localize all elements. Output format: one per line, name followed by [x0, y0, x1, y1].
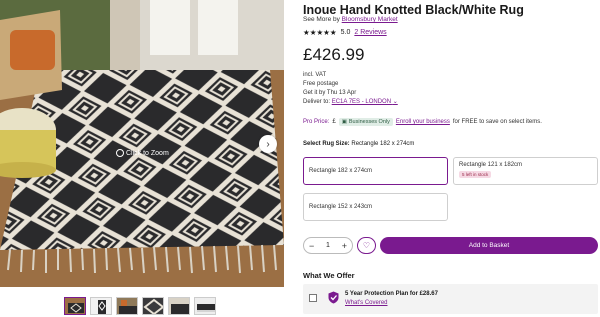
- zoom-hint: Click to Zoom: [116, 149, 169, 157]
- product-gallery: Click to Zoom ›: [0, 0, 284, 317]
- briefcase-icon: ▣: [341, 119, 347, 125]
- heart-icon: ♡: [362, 241, 371, 250]
- enroll-business-link[interactable]: Enroll your business: [396, 119, 450, 125]
- deliver-to: Deliver to: EC1A 7ES - LONDON ⌄: [303, 98, 398, 107]
- increase-quantity-button[interactable]: +: [342, 241, 347, 251]
- seller-prefix: See More by: [303, 16, 340, 23]
- reviews-link[interactable]: 2 Reviews: [354, 29, 386, 36]
- protection-plan-checkbox[interactable]: [309, 294, 317, 302]
- wishlist-button[interactable]: ♡: [357, 237, 376, 254]
- size-option[interactable]: Rectangle 152 x 243cm: [303, 193, 448, 221]
- thumbnail-strip: [64, 297, 216, 315]
- quantity-value[interactable]: 1: [326, 242, 330, 249]
- size-label: Select Rug Size: Rectangle 182 x 274cm: [303, 141, 414, 147]
- deliver-location-link[interactable]: EC1A 7ES - LONDON ⌄: [332, 99, 398, 105]
- thumbnail[interactable]: [142, 297, 164, 315]
- deliver-prefix: Deliver to:: [303, 99, 331, 105]
- seller-line: See More by Bloomsbury Market: [303, 16, 398, 23]
- size-option[interactable]: Rectangle 182 x 274cm: [303, 157, 448, 185]
- size-option-label: Rectangle 152 x 243cm: [309, 204, 373, 210]
- magnify-icon: [116, 149, 124, 157]
- size-option-label: Rectangle 121 x 182cm: [459, 162, 523, 168]
- whats-covered-link[interactable]: What's Covered: [345, 300, 388, 306]
- postage-note: Free postage: [303, 81, 339, 87]
- vat-note: incl. VAT: [303, 72, 327, 78]
- size-option-label: Rectangle 182 x 274cm: [309, 168, 373, 174]
- deliver-location: EC1A 7ES - LONDON: [331, 99, 392, 105]
- delivery-info: incl. VAT Free postage Get it by Thu 13 …: [303, 71, 398, 107]
- star-rating-icon: ★★★★★: [303, 28, 337, 37]
- thumbnail[interactable]: [168, 297, 190, 315]
- pro-price-row: Pro Price: £ ▣ Businesses Only Enroll yo…: [303, 118, 542, 126]
- size-option[interactable]: Rectangle 121 x 182cm 5 left in stock: [453, 157, 598, 185]
- zoom-hint-label: Click to Zoom: [126, 149, 169, 157]
- rating-value: 5.0: [340, 29, 351, 36]
- businesses-only-badge: ▣ Businesses Only: [338, 118, 393, 126]
- badge-label: Businesses Only: [348, 119, 390, 125]
- protection-plan-label: 5 Year Protection Plan for £28.67: [345, 291, 438, 297]
- product-title: Inoue Hand Knotted Black/White Rug: [303, 3, 524, 17]
- decrease-quantity-button[interactable]: −: [309, 241, 314, 251]
- pro-price-currency: £: [332, 119, 336, 125]
- add-to-basket-button[interactable]: Add to Basket: [380, 237, 598, 254]
- price: £426.99: [303, 45, 365, 64]
- enroll-suffix: for FREE to save on select items.: [452, 119, 542, 125]
- next-image-button[interactable]: ›: [259, 135, 277, 153]
- selected-size: Rectangle 182 x 274cm: [351, 141, 415, 147]
- thumbnail[interactable]: [116, 297, 138, 315]
- thumbnail[interactable]: [64, 297, 86, 315]
- thumbnail[interactable]: [90, 297, 112, 315]
- delivery-date: Get it by Thu 13 Apr: [303, 90, 357, 96]
- protection-plan-box: 5 Year Protection Plan for £28.67 What's…: [303, 284, 598, 314]
- stock-badge: 5 left in stock: [459, 171, 492, 178]
- size-label-heading: Select Rug Size:: [303, 141, 350, 147]
- pro-price-label: Pro Price:: [303, 119, 330, 125]
- thumbnail[interactable]: [194, 297, 216, 315]
- main-product-image[interactable]: Click to Zoom ›: [0, 0, 284, 287]
- shield-icon: [328, 291, 339, 304]
- chevron-down-icon: ⌄: [392, 99, 398, 105]
- seller-link[interactable]: Bloomsbury Market: [342, 16, 398, 23]
- offer-heading: What We Offer: [303, 271, 355, 280]
- rating-row: ★★★★★ 5.0 2 Reviews: [303, 28, 387, 37]
- quantity-stepper: − 1 +: [303, 237, 353, 254]
- chevron-right-icon: ›: [266, 138, 270, 150]
